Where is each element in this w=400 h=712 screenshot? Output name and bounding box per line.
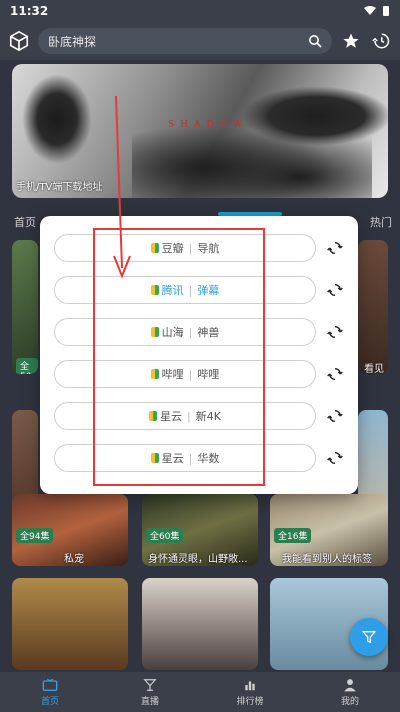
top-bar: 卧底神探 xyxy=(0,22,400,60)
search-input[interactable]: 卧底神探 xyxy=(38,28,332,54)
battery-icon xyxy=(383,6,389,16)
refresh-icon[interactable] xyxy=(324,363,346,385)
poster-card[interactable] xyxy=(142,578,258,670)
nav-label: 直播 xyxy=(140,696,159,707)
refresh-icon[interactable] xyxy=(324,321,346,343)
poster-card[interactable] xyxy=(12,578,128,670)
poster-title: 我能看到别人的标签 xyxy=(282,554,372,565)
episode-badge: 全94集 xyxy=(16,528,54,543)
refresh-icon[interactable] xyxy=(324,405,346,427)
nav-item-ranking[interactable]: 排行榜 xyxy=(200,672,300,712)
filter-icon xyxy=(362,631,376,643)
refresh-icon[interactable] xyxy=(324,279,346,301)
star-icon[interactable] xyxy=(340,30,362,52)
filter-button[interactable] xyxy=(350,618,388,656)
cube-icon[interactable] xyxy=(8,30,30,52)
highlight-box xyxy=(93,228,265,486)
poster-card[interactable]: 全50集 xyxy=(12,240,38,374)
refresh-icon[interactable] xyxy=(324,237,346,259)
user-icon xyxy=(344,678,356,691)
tv-icon xyxy=(42,677,58,691)
banner-watermark: SHADOW xyxy=(168,120,249,130)
tab-home[interactable]: 首页 xyxy=(14,214,36,230)
banner-ink-calligraphy xyxy=(22,74,92,164)
poster-title: 私宠 xyxy=(64,554,84,565)
search-icon[interactable] xyxy=(308,34,322,48)
refresh-icon[interactable] xyxy=(324,447,346,469)
episode-badge: 全16集 xyxy=(274,528,312,543)
banner-caption[interactable]: 手机/TV端下载地址 xyxy=(16,178,102,193)
nav-label: 我的 xyxy=(340,696,359,707)
nav-label: 首页 xyxy=(40,696,59,707)
bar-chart-icon xyxy=(245,681,255,690)
episode-badge: 全60集 xyxy=(146,528,184,543)
poster-title: 看见 xyxy=(364,364,384,375)
search-text: 卧底神探 xyxy=(48,34,97,49)
poster-card[interactable] xyxy=(358,240,388,374)
nav-label: 排行榜 xyxy=(236,696,264,707)
poster-title: 身怀通灵眼，山野敞... xyxy=(148,554,248,565)
wifi-icon xyxy=(364,6,376,15)
nav-item-live[interactable]: 直播 xyxy=(100,672,200,712)
tab-hot[interactable]: 热门 xyxy=(370,214,392,230)
bottom-navigation: 首页 直播 排行榜 我的 xyxy=(0,672,400,712)
nav-item-mine[interactable]: 我的 xyxy=(300,672,400,712)
status-bar: 11:32 xyxy=(0,0,400,22)
nav-item-home[interactable]: 首页 xyxy=(0,672,100,712)
episode-badge: 全50集 xyxy=(16,358,38,374)
status-time: 11:32 xyxy=(10,4,49,18)
cocktail-icon xyxy=(143,678,157,691)
history-icon[interactable] xyxy=(370,30,392,52)
